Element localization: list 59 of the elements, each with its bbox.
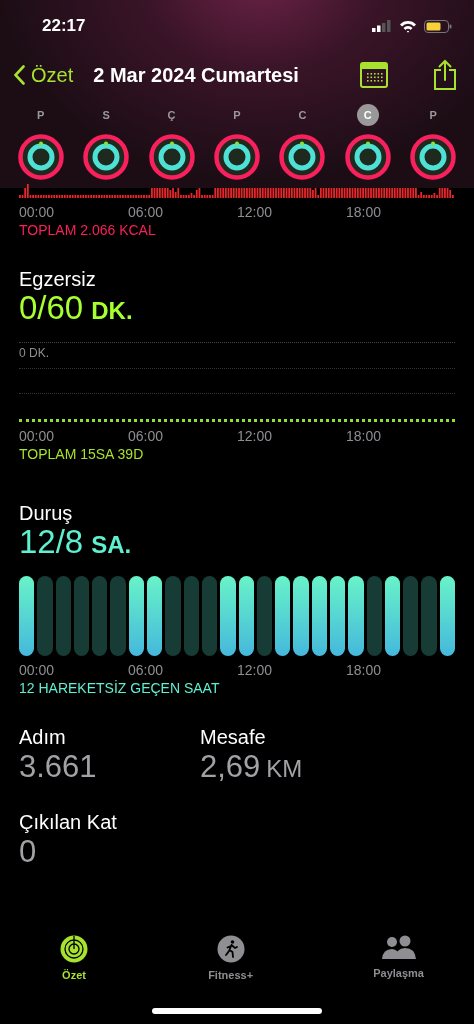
stand-value: 12/8 <box>19 525 84 558</box>
stat-value: 3.661 <box>19 749 97 785</box>
date-title: 2 Mar 2024 Cumartesi <box>93 63 300 87</box>
time-label: 18:00 <box>346 204 383 220</box>
time-label: 12:00 <box>237 204 274 220</box>
share-button[interactable] <box>432 59 458 91</box>
time-label: 12:00 <box>237 428 274 444</box>
stat-label: Çıkılan Kat <box>19 811 118 834</box>
section-title: Egzersiz <box>19 268 97 291</box>
stat-label: Adım <box>19 726 67 749</box>
activity-rings-icon[interactable] <box>410 134 457 180</box>
calendar-button[interactable] <box>360 62 388 88</box>
weekday-label[interactable]: P <box>422 104 445 126</box>
share-icon <box>432 59 458 91</box>
exercise-value: 0/60 <box>19 291 84 324</box>
rings-icon <box>60 935 88 963</box>
calendar-icon <box>360 62 388 88</box>
tab[interactable]: Paylaşma <box>373 935 424 981</box>
stat-unit: KM <box>266 755 303 783</box>
stand-caption: 12 HAREKETSİZ GEÇEN SAAT <box>19 680 221 696</box>
battery-icon <box>424 19 452 33</box>
weekday-label[interactable]: P <box>226 104 248 126</box>
activity-rings-icon[interactable] <box>214 134 260 180</box>
wifi-icon <box>399 19 417 33</box>
time-label: 00:00 <box>19 428 56 444</box>
stat-value: 2,69 <box>200 749 261 785</box>
section-title: Duruş <box>19 502 74 525</box>
stand-unit: SA. <box>91 533 132 557</box>
tab[interactable]: Özet <box>60 935 88 981</box>
time-label: 00:00 <box>19 204 56 220</box>
weekday-label[interactable]: C <box>291 104 314 126</box>
time-label: 18:00 <box>346 662 383 678</box>
activity-rings-icon[interactable] <box>83 134 130 180</box>
signal-icon <box>372 20 392 32</box>
runner-icon <box>216 935 245 963</box>
status-time: 22:17 <box>42 16 86 36</box>
weekday-label[interactable]: Ç <box>160 104 183 126</box>
stat-value: 0 <box>19 834 37 870</box>
back-button[interactable]: Özet <box>14 63 74 87</box>
time-label: 00:00 <box>19 662 56 678</box>
weekday-label[interactable]: P <box>29 104 52 126</box>
axis-label: 0 DK. <box>19 346 49 360</box>
weekday-label[interactable]: S <box>95 104 118 126</box>
exercise-total: TOPLAM 15SA 39D <box>19 446 145 462</box>
activity-rings-icon[interactable] <box>344 134 391 180</box>
time-label: 06:00 <box>128 428 165 444</box>
activity-rings-icon[interactable] <box>148 134 195 180</box>
people-icon <box>380 935 417 961</box>
time-label: 18:00 <box>346 428 383 444</box>
calorie-total: TOPLAM 2.066 KCAL <box>19 222 157 238</box>
chevron-left-icon <box>14 65 25 85</box>
tab[interactable]: Fitness+ <box>208 935 254 981</box>
activity-rings-icon[interactable] <box>17 134 64 180</box>
activity-rings-icon[interactable] <box>279 134 326 180</box>
time-label: 06:00 <box>128 204 165 220</box>
exercise-unit: DK. <box>91 299 133 323</box>
time-label: 12:00 <box>237 662 274 678</box>
stat-label: Mesafe <box>200 726 267 749</box>
time-label: 06:00 <box>128 662 165 678</box>
